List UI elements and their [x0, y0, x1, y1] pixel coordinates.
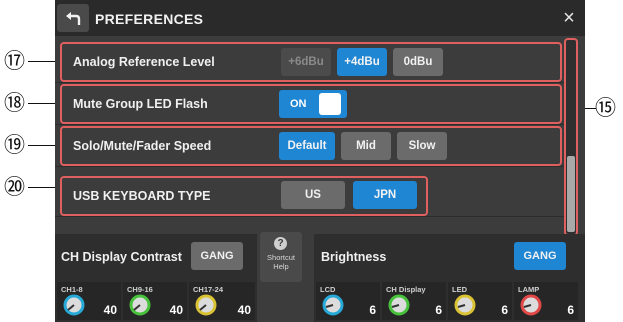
- knob-value: 40: [103, 303, 117, 317]
- knob-label: CH17-24: [193, 285, 224, 294]
- knob-label: CH9-16: [127, 285, 153, 294]
- close-button[interactable]: ×: [557, 6, 581, 30]
- knob-value: 6: [369, 303, 376, 317]
- annotation-box-17: [60, 42, 562, 82]
- knob-dial-icon: [63, 294, 85, 316]
- knob-led[interactable]: LED 6: [448, 282, 512, 320]
- shortcut-help-label: Shortcut Help: [267, 253, 295, 271]
- annotation-box-19: [60, 126, 562, 166]
- title-bar: PREFERENCES ×: [55, 0, 585, 36]
- knob-value: 6: [435, 303, 442, 317]
- callout-19: ⑲: [4, 133, 25, 157]
- knob-ch1-8[interactable]: CH1-8 40: [57, 282, 121, 320]
- annotation-box-20: [60, 176, 428, 216]
- knob-lamp[interactable]: LAMP 6: [514, 282, 578, 320]
- question-icon: ?: [274, 237, 287, 250]
- knob-label: CH Display: [386, 285, 426, 294]
- knob-dial-icon: [388, 294, 410, 316]
- close-icon: ×: [563, 7, 575, 29]
- knob-ch9-16[interactable]: CH9-16 40: [123, 282, 187, 320]
- page-title: PREFERENCES: [95, 11, 204, 27]
- knob-label: CH1-8: [61, 285, 83, 294]
- knob-value: 40: [237, 303, 251, 317]
- annotation-box-15: [564, 38, 578, 236]
- knob-dial-icon: [520, 294, 542, 316]
- preferences-panel: PREFERENCES × Analog Reference Level +6d…: [55, 0, 585, 322]
- annotation-box-18: [60, 84, 562, 124]
- knob-value: 40: [169, 303, 183, 317]
- brightness-gang-button[interactable]: GANG: [514, 242, 566, 270]
- knob-ch-display[interactable]: CH Display 6: [382, 282, 446, 320]
- callout-18: ⑱: [4, 91, 25, 115]
- knob-label: LED: [452, 285, 467, 294]
- knob-dial-icon: [129, 294, 151, 316]
- knob-value: 6: [501, 303, 508, 317]
- back-button[interactable]: [57, 4, 89, 32]
- callout-20: ⑳: [4, 175, 25, 199]
- contrast-gang-button[interactable]: GANG: [191, 242, 243, 270]
- knob-label: LAMP: [518, 285, 540, 294]
- knob-value: 6: [567, 303, 574, 317]
- knob-lcd[interactable]: LCD 6: [316, 282, 380, 320]
- knob-dial-icon: [322, 294, 344, 316]
- contrast-title: CH Display Contrast: [61, 250, 182, 264]
- shortcut-help-button[interactable]: ? Shortcut Help: [260, 232, 302, 282]
- callout-15: ⑮: [595, 96, 616, 120]
- knob-dial-icon: [195, 294, 217, 316]
- knob-dial-icon: [454, 294, 476, 316]
- knob-ch17-24[interactable]: CH17-24 40: [189, 282, 255, 320]
- knob-label: LCD: [320, 285, 336, 294]
- brightness-title: Brightness: [321, 250, 387, 264]
- callout-17: ⑰: [4, 49, 25, 73]
- back-arrow-icon: [66, 12, 81, 25]
